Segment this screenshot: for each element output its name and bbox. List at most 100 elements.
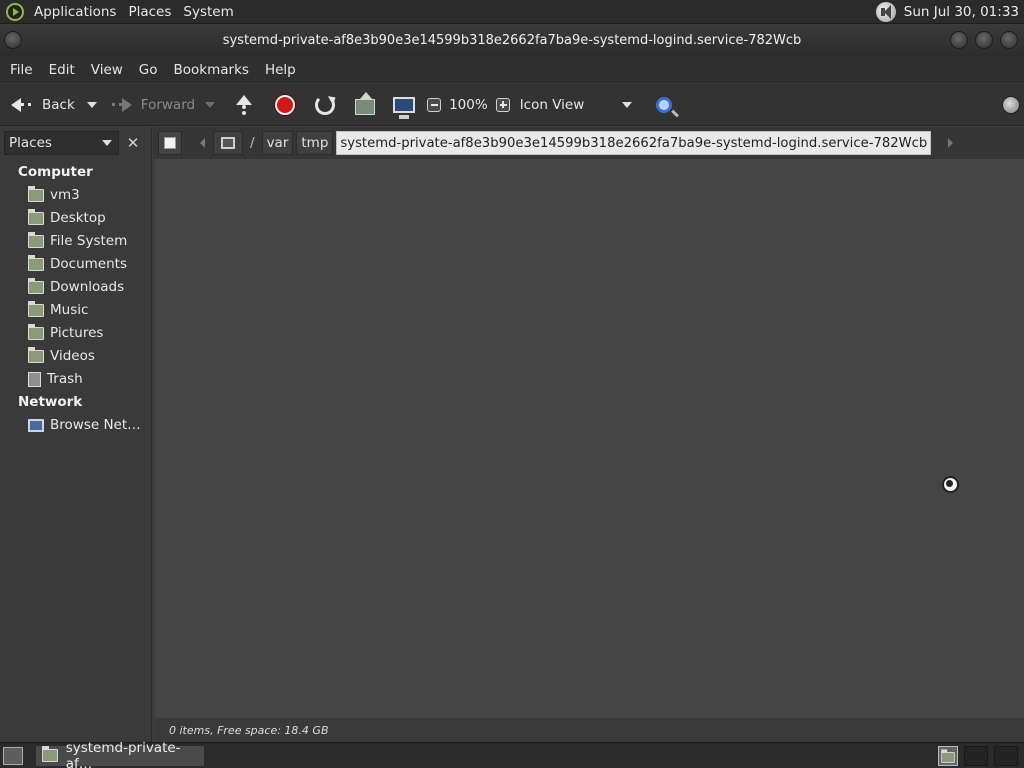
back-button[interactable]: Back — [6, 89, 79, 121]
network-icon — [28, 418, 44, 432]
sidebar-item-label: Desktop — [50, 210, 106, 226]
workspace-1[interactable] — [938, 746, 958, 766]
back-arrow-icon — [10, 94, 32, 116]
sidebar-selector[interactable]: Places — [4, 131, 119, 155]
sidebar-item-label: Documents — [50, 256, 127, 272]
toolbar: Back Forward 100% Icon View — [0, 84, 1024, 126]
zoom-out-button[interactable] — [423, 89, 445, 121]
taskbar-window-label: systemd-private-af… — [65, 739, 181, 768]
sidebar-item-label: Trash — [47, 371, 83, 387]
window-menu-button[interactable] — [4, 31, 22, 49]
zoom-out-icon — [427, 97, 442, 112]
view-mode-label: Icon View — [519, 96, 585, 113]
maximize-button[interactable] — [975, 31, 993, 49]
location-bar: / var tmp systemd-private-af8e3b90e3e145… — [153, 127, 1024, 159]
menubar: File Edit View Go Bookmarks Help — [0, 56, 1024, 83]
folder-icon — [28, 300, 44, 317]
forward-button[interactable]: Forward — [107, 89, 199, 121]
up-button[interactable] — [229, 89, 259, 121]
sidebar-close-button[interactable]: ✕ — [122, 131, 144, 155]
sidebar-item-documents[interactable]: Documents — [28, 253, 127, 275]
path-scroll-left-icon[interactable] — [200, 138, 205, 148]
sidebar-item-label: Browse Net… — [50, 417, 141, 433]
busy-cursor-icon — [942, 476, 959, 493]
sidebar-section-network: Network — [18, 394, 83, 410]
home-icon — [355, 91, 376, 115]
menu-go[interactable]: Go — [131, 62, 166, 78]
home-button[interactable] — [351, 89, 379, 121]
show-desktop-button[interactable] — [3, 746, 23, 765]
minimize-button[interactable] — [950, 31, 968, 49]
panel-menu-places[interactable]: Places — [122, 0, 177, 24]
sidebar-item-label: Music — [50, 302, 89, 318]
taskbar-window-button[interactable]: systemd-private-af… — [35, 740, 205, 768]
file-view[interactable] — [155, 159, 1024, 718]
path-crumb-root[interactable] — [213, 131, 243, 155]
toggle-location-entry-button[interactable] — [158, 131, 182, 155]
panel-menu-applications[interactable]: Applications — [28, 0, 122, 24]
sidebar-item-trash[interactable]: Trash — [28, 368, 83, 390]
sidebar-item-music[interactable]: Music — [28, 299, 88, 321]
search-button[interactable] — [652, 89, 676, 121]
trash-icon — [28, 371, 41, 387]
panel-tray: Sun Jul 30, 01:33 — [875, 1, 1024, 22]
sidebar-item-videos[interactable]: Videos — [28, 345, 95, 367]
folder-icon — [42, 746, 58, 762]
view-mode-select[interactable]: Icon View — [514, 89, 637, 121]
activity-spinner-icon — [1002, 96, 1020, 114]
zoom-level[interactable]: 100% — [449, 97, 488, 113]
panel-menu-system[interactable]: System — [177, 0, 239, 24]
up-arrow-icon — [233, 94, 255, 116]
top-panel: Applications Places System Sun Jul 30, 0… — [0, 0, 1024, 24]
sidebar-item-label: vm3 — [50, 187, 80, 203]
search-icon — [656, 96, 673, 113]
sidebar-item-pictures[interactable]: Pictures — [28, 322, 103, 344]
volume-icon[interactable] — [875, 1, 896, 22]
back-label: Back — [42, 96, 75, 113]
stop-icon — [275, 94, 296, 115]
forward-arrow-icon — [111, 94, 133, 116]
sidebar-item-desktop[interactable]: Desktop — [28, 207, 106, 229]
close-button[interactable] — [1000, 31, 1018, 49]
chevron-down-icon — [102, 140, 112, 146]
folder-icon — [28, 208, 44, 225]
sidebar-item-label: Downloads — [50, 279, 125, 295]
path-scroll-right-icon[interactable] — [948, 138, 954, 148]
home-folder-icon — [28, 185, 44, 202]
menu-file[interactable]: File — [2, 62, 41, 78]
sidebar-item-downloads[interactable]: Downloads — [28, 276, 124, 298]
chevron-down-icon — [622, 101, 633, 108]
reload-button[interactable] — [311, 89, 339, 121]
menu-edit[interactable]: Edit — [41, 62, 83, 78]
forward-label: Forward — [140, 96, 196, 113]
menu-view[interactable]: View — [83, 62, 131, 78]
panel-clock[interactable]: Sun Jul 30, 01:33 — [904, 4, 1024, 20]
sidebar: Places ✕ Computer vm3 Desktop File Syste… — [0, 127, 152, 742]
stop-button[interactable] — [271, 89, 299, 121]
zoom-in-button[interactable] — [492, 89, 514, 121]
folder-icon — [28, 346, 44, 363]
folder-icon — [28, 254, 44, 271]
workspace-2[interactable] — [964, 746, 988, 766]
window-titlebar[interactable]: systemd-private-af8e3b90e3e14599b318e266… — [0, 25, 1024, 56]
folder-icon — [28, 323, 44, 340]
folder-icon — [28, 277, 44, 294]
sidebar-item-label: Videos — [50, 348, 95, 364]
zoom-in-icon — [495, 97, 510, 112]
path-separator: / — [250, 135, 255, 151]
computer-button[interactable] — [389, 89, 419, 121]
drive-icon — [221, 137, 235, 149]
sidebar-item-file-system[interactable]: File System — [28, 230, 127, 252]
workspace-3[interactable] — [994, 746, 1018, 766]
path-crumb-current[interactable]: systemd-private-af8e3b90e3e14599b318e266… — [336, 131, 932, 155]
path-crumb-tmp[interactable]: tmp — [296, 131, 334, 155]
sidebar-item-browse-network[interactable]: Browse Net… — [28, 414, 141, 436]
sidebar-item-home[interactable]: vm3 — [28, 184, 80, 206]
menu-help[interactable]: Help — [257, 62, 304, 78]
folder-icon — [28, 231, 44, 248]
forward-history-dropdown[interactable] — [205, 101, 216, 108]
path-crumb-var[interactable]: var — [261, 131, 294, 155]
back-history-dropdown[interactable] — [86, 101, 97, 108]
applications-logo-icon[interactable] — [6, 2, 24, 21]
menu-bookmarks[interactable]: Bookmarks — [166, 62, 257, 78]
